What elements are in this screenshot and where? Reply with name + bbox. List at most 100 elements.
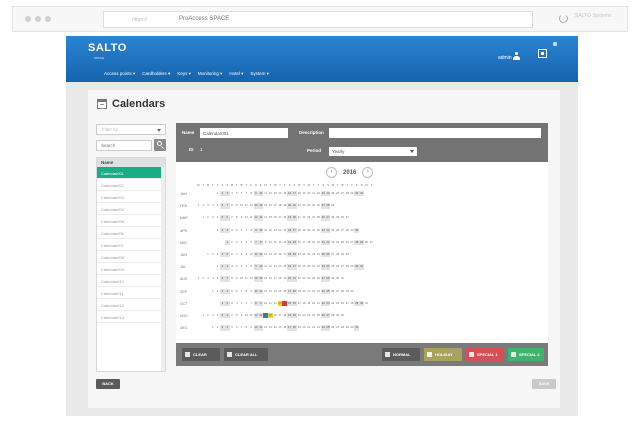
month-label: SEP — [180, 289, 188, 294]
search-button[interactable] — [154, 139, 166, 151]
calendar-day[interactable]: 31 — [340, 276, 345, 281]
calendar-day[interactable]: 30 — [345, 252, 350, 257]
list-item[interactable]: Calendar008 — [97, 251, 165, 263]
list-scrollbar[interactable] — [161, 167, 165, 371]
period-value: Yearly — [332, 149, 345, 154]
month-label: OCT — [180, 301, 188, 306]
eraser-icon — [185, 352, 190, 357]
holiday-button[interactable]: HOLIDAY — [424, 348, 462, 361]
description-label: Description — [299, 130, 324, 135]
list-item[interactable]: Calendar004 — [97, 203, 165, 215]
month-label: JUN — [180, 253, 187, 257]
menu-item[interactable]: Cardholders ▾ — [142, 71, 170, 77]
calendar-day[interactable]: 31 — [359, 264, 364, 270]
search-icon — [157, 141, 162, 146]
list-item[interactable]: Calendar003 — [97, 191, 165, 203]
list-item[interactable]: Calendar007 — [97, 239, 165, 251]
calendar-day[interactable]: 31 — [359, 191, 364, 197]
period-dropdown[interactable]: Yearly — [329, 147, 417, 156]
list-item[interactable]: Calendar011 — [97, 287, 165, 299]
app-header: SALTO SPACE admin Access points ▾ Cardhol… — [66, 36, 578, 82]
close-window-icon[interactable] — [25, 16, 31, 22]
save-button[interactable]: SAVE — [532, 379, 556, 389]
calendar-day[interactable]: 31 — [364, 301, 369, 306]
app-window: SALTO SPACE admin Access points ▾ Cardhol… — [66, 36, 578, 416]
logo-subtitle: SPACE — [94, 56, 104, 60]
filter-dropdown[interactable]: Filter by — [96, 124, 166, 135]
description-field[interactable] — [329, 128, 541, 138]
id-value: 1 — [200, 147, 203, 152]
month-label: MAY — [180, 240, 188, 245]
period-label: Period — [307, 148, 322, 153]
special-2-label: SPECIAL 2 — [519, 352, 540, 357]
year-label: 2016 — [343, 169, 357, 176]
calendar-day[interactable]: 30 — [354, 227, 360, 233]
name-field[interactable] — [200, 128, 288, 138]
url-host: https:// — [132, 17, 148, 23]
square-icon — [427, 352, 432, 357]
calendar-day[interactable]: 30 — [350, 289, 355, 294]
page-title: Calendars — [112, 98, 166, 110]
salto-logo: SALTO — [88, 42, 127, 54]
special-1-button[interactable]: SPECIAL 1 — [466, 348, 504, 361]
normal-button[interactable]: NORMAL — [382, 348, 420, 361]
search-field[interactable] — [96, 140, 152, 151]
month-label: APR — [180, 228, 188, 233]
list-item[interactable]: Calendar010 — [97, 275, 165, 287]
list-items: Calendar001 Calendar002 Calendar003 Calenda… — [97, 167, 165, 323]
special-1-label: SPECIAL 1 — [477, 352, 498, 357]
calendar-day[interactable]: 31 — [345, 215, 350, 220]
logout-icon[interactable] — [538, 49, 547, 58]
square-icon — [511, 352, 516, 357]
list-item[interactable]: Calendar002 — [97, 179, 165, 191]
year-calendar: ‹ 2016 › MTWTFSSMTWTFSSMTWTFSSMTWTFSSMTW… — [176, 162, 548, 343]
reload-icon[interactable] — [559, 14, 568, 23]
url-path: ProAccess SPACE — [179, 16, 230, 22]
menu-item[interactable]: Access points ▾ — [104, 71, 135, 77]
special-2-button[interactable]: SPECIAL 2 — [508, 348, 544, 361]
window-controls — [25, 16, 51, 22]
next-year-button[interactable]: › — [362, 167, 374, 178]
address-bar[interactable]: https:// ProAccess SPACE — [103, 11, 533, 28]
clear-label: CLEAR — [193, 352, 207, 357]
chevron-down-icon — [410, 150, 414, 153]
calendar-day[interactable]: 31 — [369, 240, 374, 245]
search-input[interactable] — [97, 141, 151, 150]
user-icon[interactable] — [513, 52, 520, 61]
list-item[interactable]: Calendar005 — [97, 215, 165, 227]
calendar-day[interactable]: 30 — [340, 313, 345, 318]
previous-year-button[interactable]: ‹ — [326, 167, 337, 178]
calendar-day[interactable]: 29 — [330, 203, 335, 208]
back-button[interactable]: BACK — [96, 379, 120, 389]
list-item[interactable]: Calendar012 — [97, 299, 165, 311]
clear-all-button[interactable]: CLEAR ALL — [224, 348, 268, 361]
minimize-window-icon[interactable] — [35, 16, 41, 22]
holiday-label: HOLIDAY — [435, 352, 453, 357]
menu-item[interactable]: Hotel ▾ — [229, 71, 243, 77]
list-item[interactable]: Calendar013 — [97, 311, 165, 323]
list-item[interactable]: Calendar001 — [97, 167, 165, 179]
menu-item[interactable]: Keys ▾ — [177, 71, 191, 77]
browser-search[interactable]: SALTO Systems — [575, 13, 612, 19]
browser-window-bar: https:// ProAccess SPACE SALTO Systems — [12, 6, 628, 32]
clear-button[interactable]: CLEAR — [182, 348, 220, 361]
menu-items: Access points ▾ Cardholders ▾ Keys ▾ Monito… — [104, 71, 269, 77]
square-icon — [469, 352, 474, 357]
list-header[interactable]: Name — [97, 158, 165, 167]
filter-placeholder: Filter by — [102, 127, 119, 132]
calendar-list: Name Calendar001 Calendar002 Calendar003 Ca… — [96, 157, 166, 372]
normal-label: NORMAL — [393, 352, 411, 357]
month-label: AUG — [180, 277, 188, 282]
calendar-day[interactable]: 31 — [354, 325, 360, 331]
square-icon — [385, 352, 390, 357]
menu-item[interactable]: Monitoring ▾ — [198, 71, 223, 77]
calendar-form: Name ID 1 Description Period Yearly — [176, 123, 548, 162]
maximize-window-icon[interactable] — [45, 16, 51, 22]
notification-icon[interactable] — [553, 42, 557, 46]
list-item[interactable]: Calendar006 — [97, 227, 165, 239]
list-item[interactable]: Calendar009 — [97, 263, 165, 275]
eraser-icon — [227, 352, 232, 357]
calendar-toolbar: CLEAR CLEAR ALL NORMAL HOLIDAY SPECIAL 1… — [176, 343, 548, 366]
calendar-icon — [97, 99, 107, 109]
menu-item[interactable]: System ▾ — [250, 71, 269, 77]
